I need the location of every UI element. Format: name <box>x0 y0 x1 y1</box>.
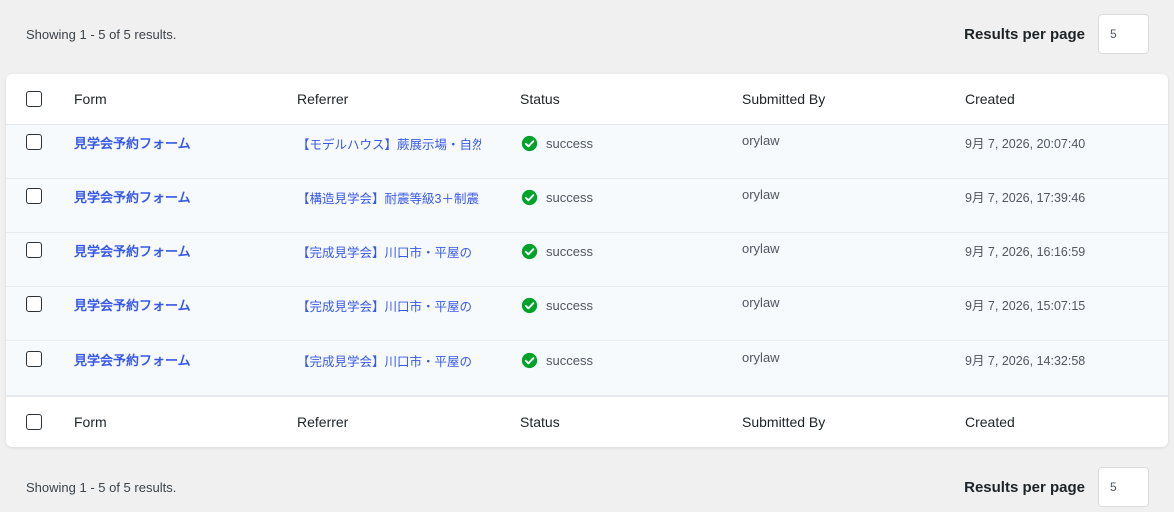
status-cell: success <box>521 189 593 206</box>
submitted-by: orylaw <box>742 133 780 148</box>
table-row: 見学会予約フォーム 【完成見学会】川口市・平屋の success orylaw … <box>6 342 1168 396</box>
column-footer-referrer[interactable]: Referrer <box>297 414 348 430</box>
status-text: success <box>546 136 593 151</box>
results-count: Showing 1 - 5 of 5 results. <box>26 26 177 42</box>
referrer-link[interactable]: 【完成見学会】川口市・平屋の <box>297 242 481 261</box>
form-link[interactable]: 見学会予約フォーム <box>74 187 191 206</box>
row-checkbox[interactable] <box>26 351 42 367</box>
status-text: success <box>546 190 593 205</box>
submitted-by: orylaw <box>742 187 780 202</box>
column-footer-status[interactable]: Status <box>520 414 560 430</box>
check-circle-icon <box>521 352 538 369</box>
check-circle-icon <box>521 135 538 152</box>
results-per-page-label: Results per page <box>964 25 1085 43</box>
results-per-page: Results per page <box>964 14 1149 54</box>
table-row: 見学会予約フォーム 【完成見学会】川口市・平屋の success orylaw … <box>6 287 1168 341</box>
table-row: 見学会予約フォーム 【モデルハウス】蕨展示場・自然素材 success oryl… <box>6 125 1168 179</box>
results-per-page: Results per page <box>964 467 1149 507</box>
referrer-link[interactable]: 【構造見学会】耐震等級3＋制震 <box>297 188 481 207</box>
status-text: success <box>546 353 593 368</box>
pagination-bar-bottom: Showing 1 - 5 of 5 results. Results per … <box>0 467 1174 507</box>
submitted-by: orylaw <box>742 295 780 310</box>
created-date: 9月 7, 2026, 14:32:58 <box>965 354 1086 368</box>
column-footer-form[interactable]: Form <box>74 414 107 430</box>
status-cell: success <box>521 243 593 260</box>
created-date: 9月 7, 2026, 20:07:40 <box>965 137 1086 151</box>
referrer-link[interactable]: 【完成見学会】川口市・平屋の <box>297 351 481 370</box>
status-text: success <box>546 298 593 313</box>
select-all-checkbox[interactable] <box>26 414 42 430</box>
submitted-by: orylaw <box>742 241 780 256</box>
pagination-bar-top: Showing 1 - 5 of 5 results. Results per … <box>0 14 1174 54</box>
column-header-form[interactable]: Form <box>74 91 107 107</box>
check-circle-icon <box>521 189 538 206</box>
row-checkbox[interactable] <box>26 188 42 204</box>
column-header-created[interactable]: Created <box>965 91 1015 107</box>
form-link[interactable]: 見学会予約フォーム <box>74 241 191 260</box>
referrer-link[interactable]: 【モデルハウス】蕨展示場・自然素材 <box>297 134 481 153</box>
results-per-page-input[interactable] <box>1098 14 1149 54</box>
row-checkbox[interactable] <box>26 134 42 150</box>
referrer-link[interactable]: 【完成見学会】川口市・平屋の <box>297 296 481 315</box>
status-cell: success <box>521 135 593 152</box>
column-header-referrer[interactable]: Referrer <box>297 91 348 107</box>
created-date: 9月 7, 2026, 15:07:15 <box>965 299 1086 313</box>
status-cell: success <box>521 352 593 369</box>
created-date: 9月 7, 2026, 16:16:59 <box>965 245 1086 259</box>
column-header-submitted-by[interactable]: Submitted By <box>742 91 825 107</box>
column-footer-created[interactable]: Created <box>965 414 1015 430</box>
form-link[interactable]: 見学会予約フォーム <box>74 133 191 152</box>
check-circle-icon <box>521 297 538 314</box>
table-row: 見学会予約フォーム 【完成見学会】川口市・平屋の success orylaw … <box>6 233 1168 287</box>
table-header: Form Referrer Status Submitted By Create… <box>6 74 1168 125</box>
form-link[interactable]: 見学会予約フォーム <box>74 350 191 369</box>
results-per-page-input[interactable] <box>1098 467 1149 507</box>
column-header-status[interactable]: Status <box>520 91 560 107</box>
table-row: 見学会予約フォーム 【構造見学会】耐震等級3＋制震 success orylaw… <box>6 179 1168 233</box>
column-footer-submitted-by[interactable]: Submitted By <box>742 414 825 430</box>
created-date: 9月 7, 2026, 17:39:46 <box>965 191 1086 205</box>
submissions-table: Form Referrer Status Submitted By Create… <box>6 74 1168 447</box>
row-checkbox[interactable] <box>26 296 42 312</box>
form-link[interactable]: 見学会予約フォーム <box>74 295 191 314</box>
select-all-checkbox[interactable] <box>26 91 42 107</box>
row-checkbox[interactable] <box>26 242 42 258</box>
results-per-page-label: Results per page <box>964 478 1085 496</box>
status-cell: success <box>521 297 593 314</box>
table-footer: Form Referrer Status Submitted By Create… <box>6 396 1168 447</box>
results-count: Showing 1 - 5 of 5 results. <box>26 479 177 495</box>
check-circle-icon <box>521 243 538 260</box>
status-text: success <box>546 244 593 259</box>
submitted-by: orylaw <box>742 350 780 365</box>
